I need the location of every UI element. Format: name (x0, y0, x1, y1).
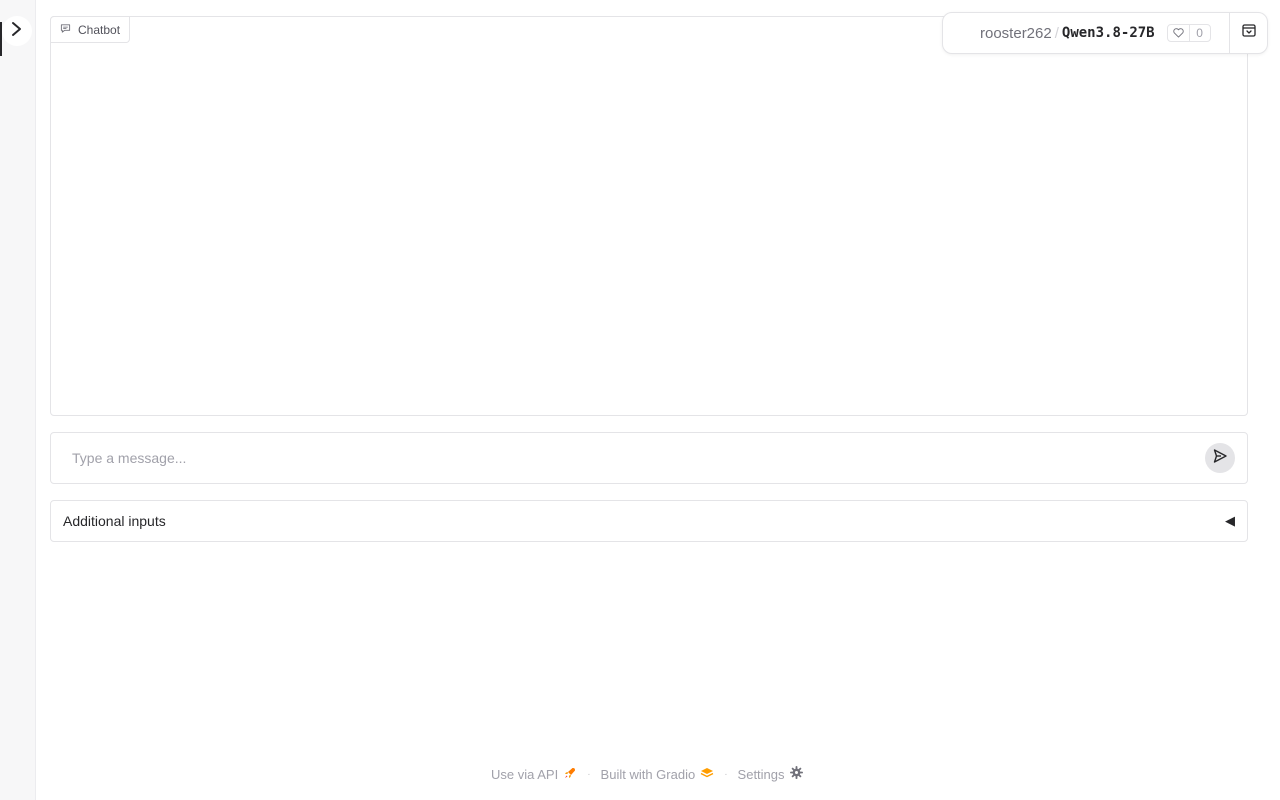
api-label: Use via API (491, 766, 559, 782)
collapse-header-button[interactable] (1229, 13, 1267, 53)
message-composer (50, 432, 1248, 484)
rocket-icon (563, 766, 577, 783)
message-input[interactable] (63, 443, 1193, 473)
chatbot-label: Chatbot (50, 16, 131, 43)
sidebar (0, 0, 36, 800)
send-icon (1212, 448, 1228, 469)
accordion-label: Additional inputs (63, 513, 166, 529)
settings-link[interactable]: Settings (738, 766, 803, 782)
like-button[interactable]: 0 (1166, 24, 1211, 42)
footer-separator: · (724, 768, 728, 780)
gear-icon (789, 766, 803, 782)
built-with-gradio-link[interactable]: Built with Gradio (601, 767, 715, 782)
sidebar-toggle-button[interactable] (2, 16, 32, 46)
space-separator: / (1054, 24, 1059, 42)
collapse-icon (1241, 24, 1256, 42)
heart-icon (1168, 25, 1190, 41)
send-button[interactable] (1205, 443, 1235, 473)
additional-inputs-accordion[interactable]: Additional inputs ◀ (50, 500, 1248, 542)
gradio-label: Built with Gradio (600, 766, 696, 782)
space-owner-link[interactable]: rooster262 (980, 25, 1052, 42)
space-name-link[interactable]: Qwen3.8-27B (1062, 25, 1155, 41)
chatbot-panel: Chatbot (50, 16, 1248, 416)
footer: Use via API · Built with Gradio · Settin… (491, 764, 803, 784)
chat-bubble-icon (60, 23, 71, 37)
accordion-arrow-icon: ◀ (1225, 513, 1235, 528)
like-count: 0 (1196, 26, 1203, 40)
gradio-logo-icon (700, 767, 714, 782)
settings-label: Settings (737, 766, 785, 782)
chatbot-label-text: Chatbot (78, 22, 121, 37)
use-via-api-link[interactable]: Use via API (491, 766, 577, 783)
space-header: rooster262 / Qwen3.8-27B 0 (942, 12, 1268, 54)
chevron-right-icon (9, 21, 25, 42)
footer-separator: · (587, 768, 591, 780)
